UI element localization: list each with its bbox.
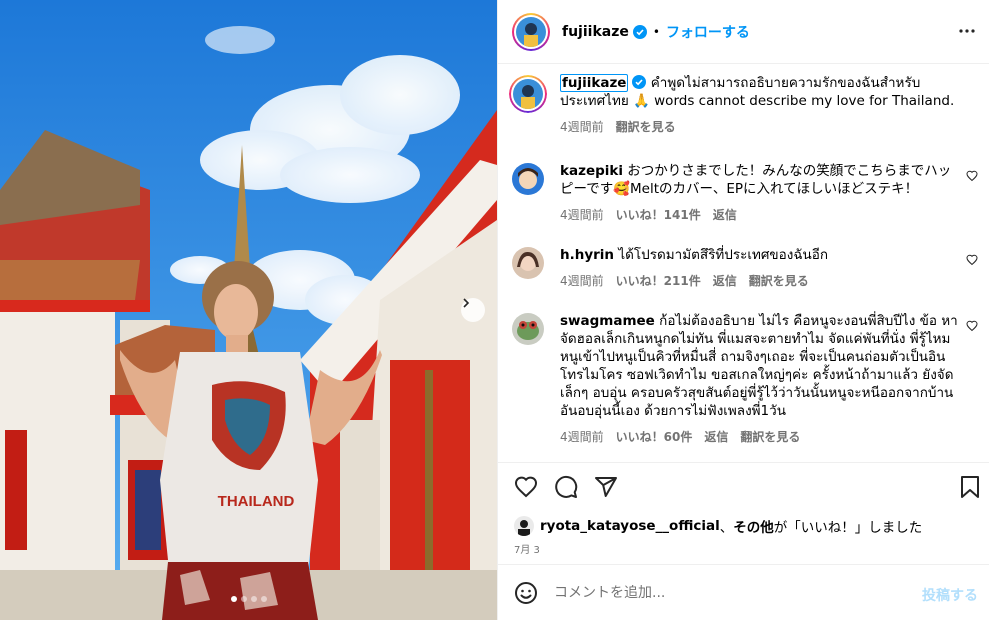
emoji-icon[interactable] (514, 581, 538, 605)
comment-username[interactable]: swagmamee (560, 313, 655, 329)
avatar[interactable] (509, 75, 547, 113)
heart-icon[interactable] (966, 320, 978, 332)
translate-link[interactable]: 翻訳を見る (740, 428, 800, 445)
follow-button[interactable]: フォローする (666, 22, 750, 42)
avatar[interactable] (512, 163, 544, 195)
likes-summary: ryota_katayose__official、その他 が「いいね！」しました (514, 516, 922, 536)
comment-likes[interactable]: いいね！211件 (616, 272, 701, 289)
comment-icon[interactable] (554, 475, 578, 499)
post-comment-button[interactable]: 投稿する (922, 585, 978, 605)
post-date[interactable]: 7月 3 (514, 541, 540, 556)
reply-button[interactable]: 返信 (713, 272, 737, 289)
carousel-dot (230, 596, 237, 602)
post-photo[interactable]: THAILAND (0, 0, 497, 620)
caption: fujiikaze คำพูดไม่สามารถอธิบายความรักของ… (509, 74, 982, 135)
verified-badge-icon (632, 24, 647, 39)
post-side-panel: fujiikaze • フォローする fujiikaze คำพูดไม่สาม… (497, 0, 989, 620)
likes-suffix: が「いいね！」しました (773, 520, 923, 536)
avatar-image (513, 79, 543, 109)
caption-username[interactable]: fujiikaze (560, 74, 629, 92)
comment-time[interactable]: 4週間前 (560, 272, 604, 289)
comment-likes[interactable]: いいね！60件 (616, 428, 693, 445)
avatar-image (512, 163, 544, 195)
add-comment-bar: 投稿する (498, 564, 989, 620)
separator-dot: • (652, 24, 660, 39)
comment-input[interactable] (554, 584, 884, 601)
liker-username[interactable]: ryota_katayose__official (540, 518, 720, 534)
action-bar (498, 462, 989, 510)
comment-username[interactable]: h.hyrin (560, 247, 614, 263)
next-slide-button[interactable] (461, 298, 485, 322)
chevron-right-icon (463, 298, 470, 308)
verified-badge-icon (632, 75, 647, 89)
avatar-image (516, 16, 546, 47)
comment-time[interactable]: 4週間前 (560, 206, 604, 223)
reply-button[interactable]: 返信 (713, 206, 737, 223)
avatar-image (512, 247, 544, 279)
send-icon[interactable] (594, 475, 618, 499)
translate-link[interactable]: 翻訳を見る (616, 118, 676, 135)
comment-item: swagmamee ก้อไม่ต้องอธิบาย ไม่ไร คือหนูจ… (512, 312, 982, 445)
author-username[interactable]: fujiikaze (562, 24, 629, 40)
reply-button[interactable]: 返信 (704, 428, 728, 445)
caption-time[interactable]: 4週間前 (560, 118, 604, 135)
avatar[interactable] (512, 313, 544, 345)
comment-item: h.hyrin ได้โปรดมามัตสึริที่ประเทศของฉันอ… (512, 246, 982, 289)
translate-link[interactable]: 翻訳を見る (749, 272, 809, 289)
carousel-dots (0, 596, 497, 602)
carousel-dot (260, 596, 267, 602)
avatar[interactable] (514, 516, 534, 536)
heart-icon[interactable] (966, 170, 978, 182)
post-header: fujiikaze • フォローする (498, 0, 989, 64)
instagram-post: THAILAND fujiikaze • フォローする fujiikaze คำ… (0, 0, 989, 620)
bookmark-icon[interactable] (960, 475, 980, 499)
avatar[interactable] (512, 247, 544, 279)
carousel-dot (240, 596, 247, 602)
likes-joiner: 、 (719, 520, 734, 536)
avatar[interactable] (512, 12, 550, 51)
comment-text: ได้โปรดมามัตสึริที่ประเทศของฉันอีก (618, 247, 829, 263)
comment-username[interactable]: kazepiki (560, 163, 623, 179)
carousel-dot (250, 596, 257, 602)
heart-icon[interactable] (514, 475, 538, 499)
comment-likes[interactable]: いいね！141件 (616, 206, 701, 223)
photo-illustration: THAILAND (0, 0, 497, 620)
comment-item: kazepiki おつかりさまでした！みんなの笑顔でこちらまでハッピーです🥰Me… (512, 162, 982, 223)
others-link[interactable]: その他 (733, 516, 774, 536)
avatar-image (514, 516, 534, 536)
avatar-image (512, 313, 544, 345)
svg-text:THAILAND: THAILAND (218, 493, 295, 510)
heart-icon[interactable] (966, 254, 978, 266)
comments-list: fujiikaze คำพูดไม่สามารถอธิบายความรักของ… (498, 64, 989, 462)
more-horizontal-icon[interactable] (958, 22, 976, 40)
comment-time[interactable]: 4週間前 (560, 428, 604, 445)
